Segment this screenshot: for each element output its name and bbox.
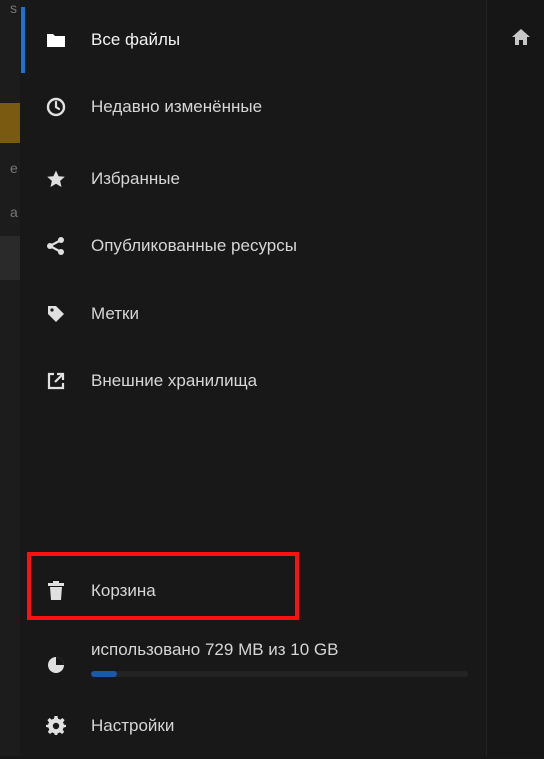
nav-item-tags[interactable]: Метки [21,281,486,347]
nav-item-shared[interactable]: Опубликованные ресурсы [21,213,486,279]
nav-item-label: Все файлы [91,30,181,49]
home-icon[interactable] [511,28,531,46]
star-icon [45,168,67,190]
nav-item-label: Избранные [91,169,180,188]
nav-item-recent[interactable]: Недавно изменённые [21,74,486,140]
storage-quota: использовано 729 MB из 10 GB [21,630,486,690]
nav-item-label: Опубликованные ресурсы [91,236,297,255]
folder-icon [45,29,67,51]
nav-item-all-files[interactable]: Все файлы [21,7,486,73]
nav-item-favorites[interactable]: Избранные [21,146,486,212]
trash-highlight-annotation [27,552,299,620]
quota-label: использовано 729 MB из 10 GB [91,640,339,659]
pie-chart-icon [45,654,67,676]
content-pane [487,0,544,756]
share-icon [45,235,67,257]
clipped-panel [0,236,20,280]
quota-progress-bar [91,671,468,677]
nav-item-label: Настройки [91,716,175,735]
nav-item-label: Внешние хранилища [91,371,258,390]
clipped-text-fragment: s [10,0,17,16]
files-navigation: Все файлы Недавно изменённые Избранные О… [21,0,487,756]
nav-item-external-storage[interactable]: Внешние хранилища [21,348,486,414]
quota-progress-fill [91,671,118,677]
gear-icon [45,715,67,737]
nav-item-label: Недавно изменённые [91,97,263,116]
nav-item-label: Метки [91,304,139,323]
external-storage-icon [45,370,67,392]
clipped-text-fragment: a [10,204,18,220]
clock-icon [45,96,67,118]
clipped-button [0,103,20,143]
clipped-text-fragment: e [10,160,18,176]
settings-button[interactable]: Настройки [21,693,486,759]
tag-icon [45,303,67,325]
background-app-strip: s e a [0,0,20,756]
